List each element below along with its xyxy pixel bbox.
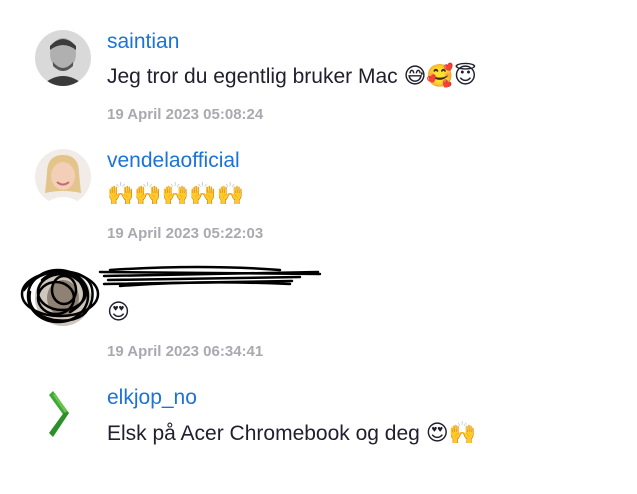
comment-username[interactable]: saintian [107,31,179,52]
comment-body: Elsk på Acer Chromebook og deg [107,422,420,445]
man-portrait-avatar [35,30,91,86]
comment-body: Jeg tror du egentlig bruker Mac [107,65,398,88]
woman-portrait-avatar [35,149,91,205]
comment-username[interactable]: vendelaofficial [107,150,240,171]
comment-text: Elsk på Acer Chromebook og deg 😍🙌 [107,423,476,445]
avatar[interactable] [35,30,91,86]
avatar[interactable] [35,149,91,205]
comment-timestamp: 19 April 2023 05:08:24 [107,106,264,123]
comment-username[interactable]: elkjop_no [107,387,197,408]
comment-text: 🙌🙌🙌🙌🙌 [107,184,244,206]
comment-timestamp: 19 April 2023 06:34:41 [107,343,264,360]
avatar[interactable] [35,387,91,443]
comment-emoji: 😍🙌 [425,421,477,446]
comment-feed: saintian Jeg tror du egentlig bruker Mac… [0,0,637,494]
elkjop-logo-icon [49,391,69,437]
comment-emoji: 😅🥰😇 [403,64,477,89]
comment-timestamp: 19 April 2023 05:22:03 [107,225,264,242]
comment-emoji: 🙌🙌🙌🙌🙌 [107,182,244,207]
comment-emoji: 😍 [107,300,130,325]
comment-text: Jeg tror du egentlig bruker Mac 😅🥰😇 [107,66,477,88]
scribbled-avatar [35,270,91,326]
avatar[interactable] [35,270,91,326]
comment-text: 😍 [107,302,130,324]
